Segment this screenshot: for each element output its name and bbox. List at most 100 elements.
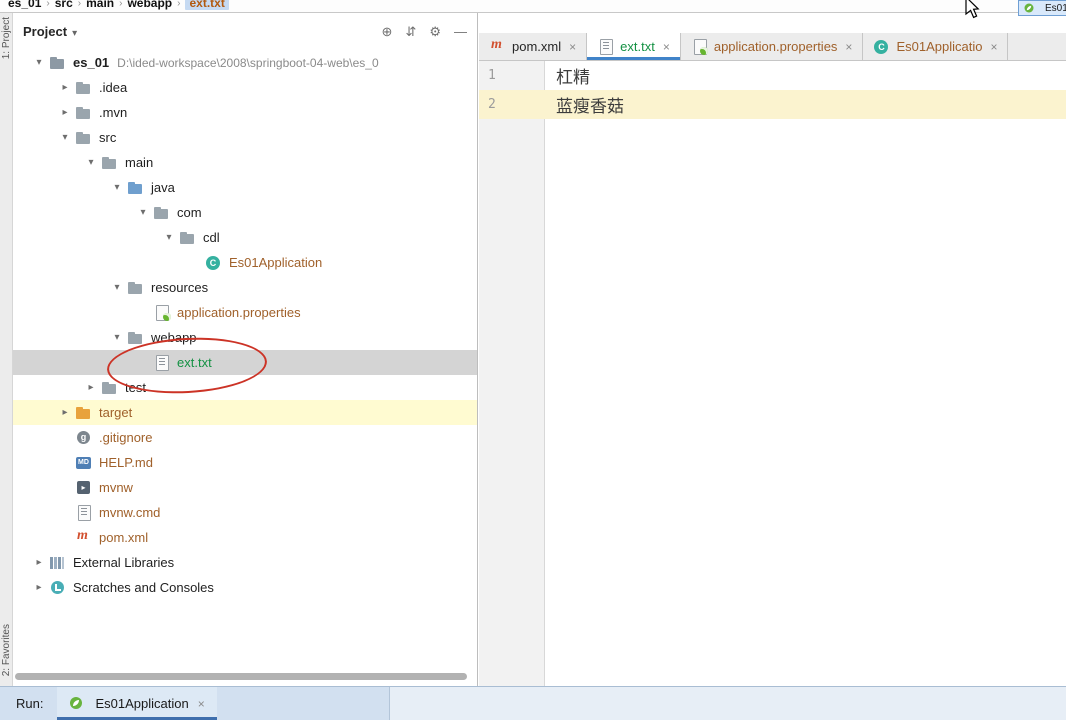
spring-class-icon <box>205 255 223 271</box>
spring-boot-icon <box>1024 3 1035 14</box>
spring-properties-icon <box>691 38 708 55</box>
tab-label: application.properties <box>713 39 838 54</box>
tree-row[interactable]: ▾ java <box>13 175 477 200</box>
tab-label: pom.xml <box>512 39 562 54</box>
tree-row[interactable]: .gitignore <box>13 425 477 450</box>
tree-row[interactable]: pom.xml <box>13 525 477 550</box>
editor-tab[interactable]: pom.xml <box>479 33 588 60</box>
close-icon[interactable] <box>990 40 997 54</box>
settings-gear-icon[interactable]: ⚙ <box>429 24 441 40</box>
breadcrumb: es_01 › src › main › webapp › ext.txt <box>0 0 1066 10</box>
line-text: 杠精 <box>556 68 590 88</box>
tree-row[interactable]: HELP.md <box>13 450 477 475</box>
tree-row[interactable]: ▾ cdl <box>13 225 477 250</box>
close-icon[interactable] <box>663 40 670 54</box>
project-path: D:\ided-workspace\2008\springboot-04-web… <box>117 55 379 70</box>
folder-icon <box>127 330 145 346</box>
breadcrumb-item[interactable]: webapp <box>127 0 172 10</box>
gitignore-icon <box>75 430 93 446</box>
chevron-down-icon[interactable]: ▾ <box>107 282 127 293</box>
spring-boot-icon <box>69 696 83 712</box>
chevron-down-icon[interactable]: ▾ <box>55 132 75 143</box>
tab-label: Es01Applicatio <box>896 39 983 54</box>
hide-panel-icon[interactable]: — <box>454 24 467 40</box>
chevron-down-icon[interactable]: ▾ <box>159 232 179 243</box>
maven-icon <box>75 528 93 546</box>
breadcrumb-item[interactable]: main <box>86 0 114 10</box>
tree-row[interactable]: ▾ main <box>13 150 477 175</box>
line-number: 1 <box>488 68 496 83</box>
project-panel-title: Project <box>23 24 68 39</box>
chevron-right-icon[interactable]: ▸ <box>81 382 101 393</box>
chevron-right-icon[interactable]: ▸ <box>55 407 75 418</box>
tree-row[interactable]: ▾ com <box>13 200 477 225</box>
tree-item-label: .idea <box>99 80 128 95</box>
editor-tab[interactable]: application.properties <box>680 33 864 60</box>
tree-row[interactable]: ▾ es_01 D:\ided-workspace\2008\springboot-… <box>13 50 477 75</box>
editor-tab[interactable]: Es01Applicatio <box>863 33 1009 60</box>
tree-item-label: Scratches and Consoles <box>73 580 214 595</box>
code-line[interactable]: 2 蓝瘦香菇 <box>479 90 1066 119</box>
chevron-right-icon[interactable]: ▸ <box>29 582 49 593</box>
breadcrumb-separator: › <box>46 0 50 9</box>
chevron-down-icon[interactable]: ▾ <box>133 207 153 218</box>
chevron-right-icon[interactable]: ▸ <box>29 557 49 568</box>
tree-row[interactable]: ▾ src <box>13 125 477 150</box>
collapse-all-icon[interactable]: ⇵ <box>405 24 416 40</box>
run-label: Run: <box>16 696 44 711</box>
editor-tab[interactable]: ext.txt <box>587 33 681 60</box>
tree-item-label: target <box>99 405 133 420</box>
panel-header-icons: ⊕ ⇵ ⚙ — <box>382 24 467 40</box>
chevron-down-icon[interactable]: ▾ <box>81 157 101 168</box>
tree-row[interactable]: ▸ .idea <box>13 75 477 100</box>
locate-icon[interactable]: ⊕ <box>382 24 393 40</box>
toolwindow-button-favorites[interactable]: 2: Favorites <box>1 624 12 676</box>
breadcrumb-item[interactable]: ext.txt <box>185 0 229 10</box>
horizontal-scrollbar[interactable] <box>15 673 467 680</box>
resources-folder-icon <box>127 280 145 296</box>
editor[interactable]: 1 杠精 2 蓝瘦香菇 <box>479 61 1066 686</box>
tree-row[interactable]: ▸ External Libraries <box>13 550 477 575</box>
text-file-icon <box>75 504 93 521</box>
toolwindow-button-project[interactable]: 1: Project <box>1 17 12 59</box>
tree-row[interactable]: ▸ .mvn <box>13 100 477 125</box>
breadcrumb-bar: es_01 › src › main › webapp › ext.txt <box>0 0 1066 13</box>
tree-row[interactable]: ▸ target <box>13 400 477 425</box>
folder-icon <box>75 130 93 146</box>
tree-item-label: mvnw <box>99 480 133 495</box>
tree-row[interactable]: mvnw <box>13 475 477 500</box>
breadcrumb-item[interactable]: es_01 <box>8 0 41 10</box>
breadcrumb-item[interactable]: src <box>55 0 73 10</box>
close-icon[interactable] <box>198 697 205 711</box>
tree-row[interactable]: application.properties <box>13 300 477 325</box>
run-configuration-button[interactable]: Es01 <box>1018 0 1066 16</box>
project-view-selector[interactable]: Project <box>23 24 77 39</box>
tree-row[interactable]: ▾ resources <box>13 275 477 300</box>
chevron-right-icon[interactable]: ▸ <box>55 107 75 118</box>
folder-icon <box>179 230 197 246</box>
chevron-down-icon[interactable]: ▾ <box>107 332 127 343</box>
code-line[interactable]: 1 杠精 <box>479 61 1066 90</box>
breadcrumb-separator: › <box>77 0 82 9</box>
project-folder-icon <box>49 55 67 71</box>
close-icon[interactable] <box>569 40 576 54</box>
chevron-down-icon[interactable]: ▾ <box>107 182 127 193</box>
chevron-down-icon[interactable]: ▾ <box>29 57 49 68</box>
left-tool-strip: 1: Project 2: Favorites <box>0 13 13 720</box>
run-toolwindow-bar: Run: Es01Application <box>0 686 1066 720</box>
excluded-folder-icon <box>75 405 93 421</box>
tree-item-label: External Libraries <box>73 555 175 570</box>
close-icon[interactable] <box>845 40 852 54</box>
run-tab[interactable]: Es01Application <box>57 687 217 720</box>
tree-item-label: .mvn <box>99 105 128 120</box>
chevron-right-icon[interactable]: ▸ <box>55 82 75 93</box>
tree-item-label: resources <box>151 280 209 295</box>
tree-row[interactable]: Es01Application <box>13 250 477 275</box>
tree-item-label: pom.xml <box>99 530 149 545</box>
maven-icon <box>489 37 506 55</box>
tree-item-label: src <box>99 130 117 145</box>
editor-tabs: pom.xml ext.txt application.properties Es01… <box>479 33 1066 61</box>
tree-row[interactable]: ▸ Scratches and Consoles <box>13 575 477 600</box>
tree-row[interactable]: mvnw.cmd <box>13 500 477 525</box>
run-tab-label: Es01Application <box>95 696 189 711</box>
